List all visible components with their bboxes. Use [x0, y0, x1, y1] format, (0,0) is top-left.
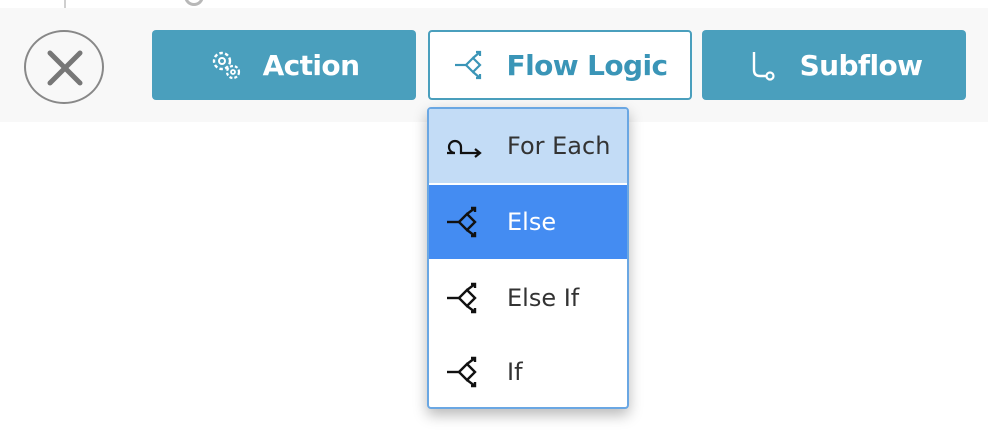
close-x-icon [47, 50, 83, 86]
action-button[interactable]: Action [152, 30, 416, 100]
menu-item-else-label: Else [507, 208, 557, 236]
top-divider-line [64, 0, 66, 8]
menu-item-if[interactable]: If [429, 335, 627, 407]
menu-item-else[interactable]: Else [429, 185, 627, 259]
subflow-icon [746, 48, 780, 82]
flow-logic-button[interactable]: Flow Logic [428, 30, 692, 100]
partial-circle-icon [184, 0, 204, 6]
flow-logic-icon [453, 48, 487, 82]
flow-logic-button-label: Flow Logic [506, 48, 669, 82]
subflow-button[interactable]: Subflow [702, 30, 966, 100]
action-button-label: Action [262, 48, 360, 82]
menu-item-for-each[interactable]: For Each [429, 109, 627, 183]
branch-icon [445, 205, 487, 239]
branch-icon [445, 355, 487, 389]
menu-item-for-each-label: For Each [507, 132, 611, 160]
menu-item-else-if[interactable]: Else If [429, 261, 627, 335]
loop-arrow-icon [445, 129, 487, 163]
subflow-button-label: Subflow [799, 48, 923, 82]
menu-item-else-if-label: Else If [507, 284, 580, 312]
flow-logic-dropdown-menu: For Each Else Else If If [427, 107, 629, 409]
menu-item-if-label: If [507, 358, 523, 386]
close-button[interactable] [24, 30, 104, 104]
gear-icon [209, 48, 243, 82]
branch-icon [445, 281, 487, 315]
